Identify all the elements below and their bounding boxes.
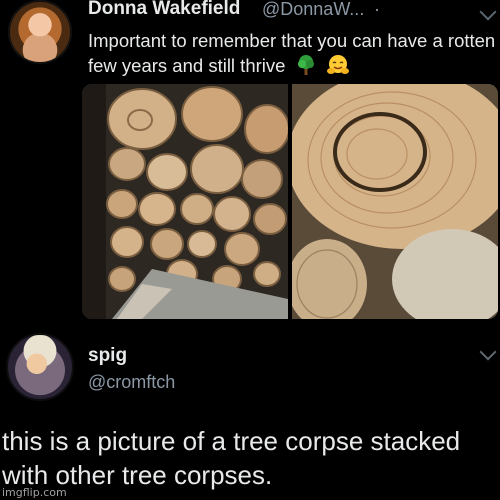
rotten-log-closeup-photo[interactable] bbox=[292, 84, 498, 319]
avatar[interactable] bbox=[8, 0, 72, 64]
chevron-down-icon[interactable] bbox=[479, 3, 497, 21]
tweet-text: Important to remember that you can have … bbox=[88, 28, 498, 82]
separator-dot: · bbox=[374, 0, 380, 19]
display-name[interactable]: spig bbox=[88, 345, 127, 367]
hugging-face-emoji-icon bbox=[326, 54, 350, 82]
user-handle[interactable]: @DonnaW... bbox=[262, 0, 364, 20]
display-name[interactable]: Donna Wakefield bbox=[88, 0, 240, 20]
tweet-text-body: Important to remember that you can have … bbox=[88, 30, 496, 76]
tweet-media[interactable] bbox=[82, 84, 498, 319]
reply-text: this is a picture of a tree corpse stack… bbox=[2, 426, 461, 490]
tree-emoji-icon bbox=[295, 54, 317, 82]
stacked-logs-photo[interactable] bbox=[82, 84, 288, 319]
tweet-screenshot: Donna Wakefield @DonnaW... · Important t… bbox=[0, 0, 500, 500]
user-handle[interactable]: @cromftch bbox=[88, 372, 175, 393]
watermark: imgflip.com bbox=[2, 486, 67, 499]
avatar[interactable] bbox=[6, 333, 74, 401]
chevron-down-icon[interactable] bbox=[479, 343, 497, 361]
